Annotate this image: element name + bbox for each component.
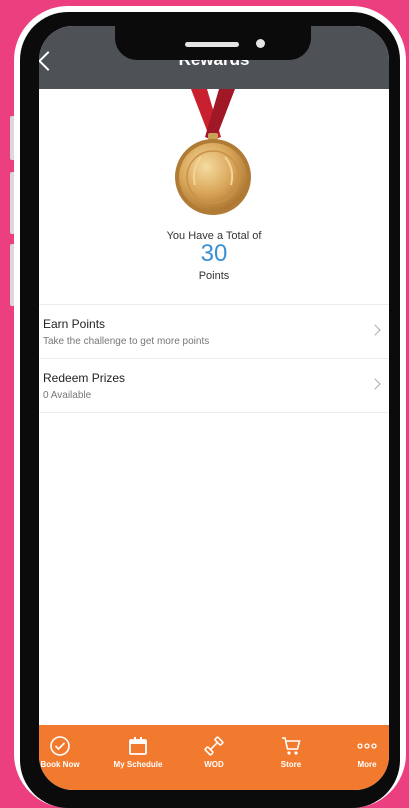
- chevron-right-icon: [369, 378, 381, 390]
- tab-label: My Schedule: [113, 760, 163, 769]
- tab-label: Book Now: [40, 760, 80, 769]
- tab-more[interactable]: More: [332, 725, 389, 790]
- tab-my-schedule[interactable]: My Schedule: [103, 725, 173, 790]
- redeem-prizes-subtitle: 0 Available: [43, 390, 92, 401]
- redeem-prizes-title: Redeem Prizes: [43, 371, 126, 385]
- front-camera: [256, 39, 265, 48]
- points-unit: Points: [198, 270, 230, 282]
- more-dots-icon: [357, 743, 377, 749]
- tab-store[interactable]: Store: [256, 725, 326, 790]
- app-screen: Rewards You Have a Total of 30 Poin: [39, 26, 389, 790]
- tab-wod[interactable]: WOD: [179, 725, 249, 790]
- cart-icon: [282, 737, 301, 755]
- check-circle-icon: [50, 736, 70, 756]
- tab-label: Store: [280, 760, 302, 769]
- earn-points-subtitle: Take the challenge to get more points: [43, 336, 210, 347]
- points-total: 30: [200, 240, 228, 267]
- chevron-right-icon: [369, 324, 381, 336]
- medal-icon: [173, 89, 253, 219]
- tab-bar: Book Now My Schedule WOD Store More: [39, 725, 389, 790]
- earn-points-row[interactable]: Earn Points Take the challenge to get mo…: [39, 304, 389, 358]
- speaker-grille: [185, 42, 239, 47]
- dumbbell-icon: [204, 736, 224, 756]
- tab-book-now[interactable]: Book Now: [39, 725, 95, 790]
- calendar-icon: [129, 737, 147, 755]
- earn-points-title: Earn Points: [43, 317, 106, 331]
- tab-label: WOD: [204, 760, 224, 769]
- redeem-prizes-row[interactable]: Redeem Prizes 0 Available: [39, 358, 389, 413]
- tab-label: More: [357, 760, 377, 769]
- phone-notch: [115, 26, 311, 60]
